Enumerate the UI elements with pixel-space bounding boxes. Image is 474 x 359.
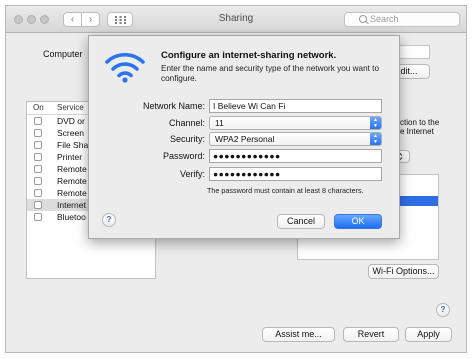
- security-label: Security:: [169, 134, 205, 144]
- search-field[interactable]: Search: [344, 12, 460, 27]
- password-label: Password:: [162, 151, 205, 161]
- network-name-field[interactable]: I Believe Wi Can Fi: [209, 99, 382, 113]
- share-description-line2: e Internet: [400, 127, 434, 136]
- sheet-description: Enter the name and security type of the …: [161, 64, 380, 83]
- close-button[interactable]: [14, 15, 23, 24]
- show-all-button[interactable]: [107, 12, 133, 27]
- verify-label: Verify:: [179, 169, 205, 179]
- service-checkbox[interactable]: [34, 117, 42, 125]
- title-bar: ‹ › Sharing Search: [6, 6, 466, 33]
- service-checkbox[interactable]: [34, 165, 42, 173]
- security-popup[interactable]: WPA2 Personal ▲ ▼: [209, 132, 382, 146]
- channel-label: Channel:: [168, 118, 205, 128]
- service-checkbox[interactable]: [34, 189, 42, 197]
- chevron-updown-icon: ▲ ▼: [370, 117, 381, 129]
- search-icon: [359, 15, 367, 23]
- chevron-left-icon: ‹: [70, 14, 75, 25]
- password-note: The password must contain at least 8 cha…: [207, 186, 364, 195]
- wifi-icon: [105, 52, 145, 83]
- service-checkbox[interactable]: [34, 141, 42, 149]
- minimize-button[interactable]: [27, 15, 36, 24]
- service-checkbox[interactable]: [34, 213, 42, 221]
- internet-sharing-sheet: Configure an internet-sharing network. E…: [88, 35, 400, 239]
- help-button[interactable]: ?: [436, 303, 450, 317]
- password-field[interactable]: ●●●●●●●●●●●●: [209, 149, 382, 163]
- service-checkbox[interactable]: [34, 129, 42, 137]
- sharing-window: ‹ › Sharing Search Computer Edit... On S…: [5, 5, 467, 353]
- zoom-button[interactable]: [40, 15, 49, 24]
- revert-button[interactable]: Revert: [343, 327, 399, 342]
- chevron-right-icon: ›: [88, 14, 93, 25]
- service-name: Remote: [57, 164, 87, 174]
- sheet-help-button[interactable]: ?: [102, 213, 116, 227]
- service-name: DVD or: [57, 116, 85, 126]
- forward-button[interactable]: ›: [81, 12, 100, 27]
- cancel-button[interactable]: Cancel: [277, 214, 325, 229]
- service-checkbox[interactable]: [34, 201, 42, 209]
- wifi-options-button[interactable]: Wi-Fi Options...: [368, 264, 439, 279]
- assist-me-button[interactable]: Assist me...: [262, 327, 335, 342]
- channel-value: 11: [215, 118, 224, 128]
- search-placeholder: Search: [370, 14, 399, 24]
- service-name: Remote: [57, 188, 87, 198]
- share-description-line1: ction to the: [400, 118, 440, 127]
- computer-name-label: Computer: [43, 49, 83, 59]
- service-checkbox[interactable]: [34, 153, 42, 161]
- apply-button[interactable]: Apply: [405, 327, 452, 342]
- sheet-title: Configure an internet-sharing network.: [161, 50, 337, 61]
- service-name: Internet: [57, 200, 86, 210]
- service-name: Bluetoo: [57, 212, 86, 222]
- back-button[interactable]: ‹: [63, 12, 82, 27]
- service-name: Printer: [57, 152, 83, 162]
- ok-button[interactable]: OK: [334, 214, 382, 229]
- service-name: File Sha: [57, 140, 89, 150]
- verify-field[interactable]: ●●●●●●●●●●●●: [209, 167, 382, 181]
- security-value: WPA2 Personal: [215, 134, 275, 144]
- service-name: Screen: [57, 128, 84, 138]
- service-checkbox[interactable]: [34, 177, 42, 185]
- grid-icon: [114, 16, 126, 24]
- service-name: Remote: [57, 176, 87, 186]
- service-column-header: Service: [57, 103, 84, 112]
- network-name-label: Network Name:: [142, 101, 205, 111]
- chevron-updown-icon: ▲ ▼: [370, 133, 381, 145]
- on-column-header: On: [33, 103, 44, 112]
- channel-popup[interactable]: 11 ▲ ▼: [209, 116, 382, 130]
- window-title: Sharing: [218, 13, 254, 24]
